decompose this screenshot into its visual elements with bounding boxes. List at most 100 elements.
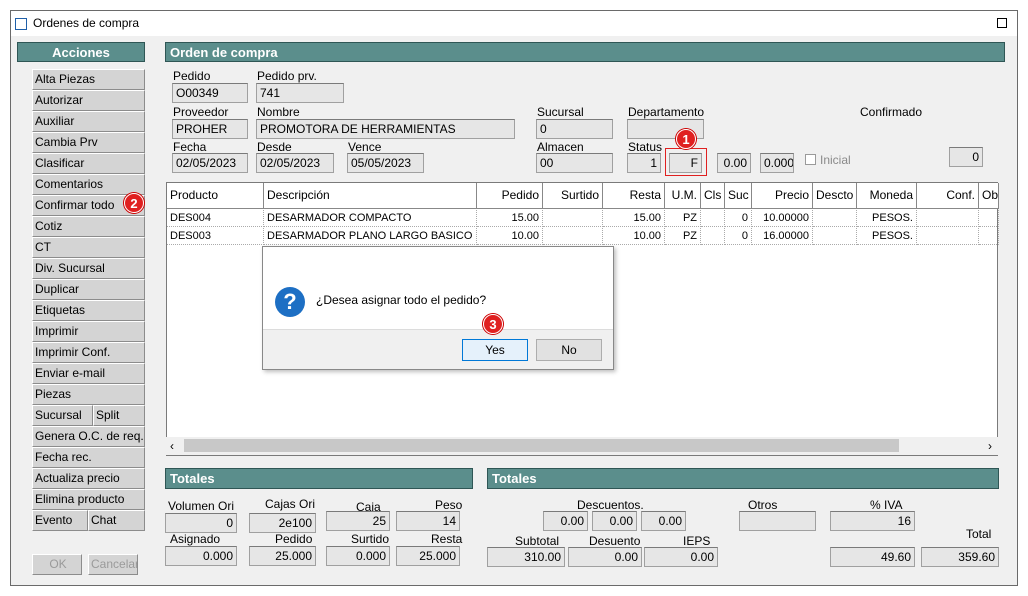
iva-amount-field[interactable]: 49.60 [830, 547, 915, 567]
column-header[interactable]: Obs. [979, 183, 999, 209]
table-cell[interactable]: PZ [665, 228, 701, 245]
column-header[interactable]: U.M. [665, 183, 701, 209]
asignado-field[interactable]: 0.000 [165, 546, 237, 566]
accion-imprimir-conf-button[interactable]: Imprimir Conf. [32, 342, 145, 363]
scroll-left-icon[interactable]: ‹ [170, 439, 174, 453]
column-header[interactable]: Cls [701, 183, 725, 209]
accion-div-sucursal-button[interactable]: Div. Sucursal [32, 258, 145, 279]
ieps-field[interactable]: 0.00 [644, 547, 718, 567]
table-cell[interactable]: 10.00 [477, 228, 543, 245]
value2-field[interactable]: 0.000 [760, 153, 794, 173]
column-header[interactable]: Pedido [477, 183, 543, 209]
column-header[interactable]: Descripción [264, 183, 477, 209]
table-cell[interactable]: DESARMADOR COMPACTO [264, 210, 477, 227]
column-header[interactable]: Producto [167, 183, 264, 209]
pedido-field[interactable]: O00349 [172, 83, 248, 103]
table-cell[interactable]: 0 [725, 210, 752, 227]
nombre-field[interactable]: PROMOTORA DE HERRAMIENTAS [256, 119, 515, 139]
table-cell[interactable]: 15.00 [477, 210, 543, 227]
accion-autorizar-button[interactable]: Autorizar [32, 90, 145, 111]
accion-duplicar-button[interactable]: Duplicar [32, 279, 145, 300]
subtotal-field[interactable]: 310.00 [487, 547, 565, 567]
accion-cambia-prv-button[interactable]: Cambia Prv [32, 132, 145, 153]
chat-button[interactable]: Chat [88, 510, 145, 531]
evento-button[interactable]: Evento [32, 510, 88, 531]
pedido-total-field[interactable]: 25.000 [249, 546, 316, 566]
table-cell[interactable] [979, 228, 999, 245]
table-cell[interactable] [543, 228, 603, 245]
table-cell[interactable]: PZ [665, 210, 701, 227]
column-header[interactable]: Precio [752, 183, 813, 209]
table-cell[interactable] [701, 228, 725, 245]
table-cell[interactable] [813, 210, 857, 227]
fecha-field[interactable]: 02/05/2023 [172, 153, 248, 173]
table-cell[interactable]: 15.00 [603, 210, 665, 227]
elimina-producto-button[interactable]: Elimina producto [32, 489, 145, 510]
volumen-ori-field[interactable]: 0 [165, 513, 237, 533]
vence-field[interactable]: 05/05/2023 [347, 153, 424, 173]
no-button[interactable]: No [536, 339, 602, 361]
column-header[interactable]: Moneda [857, 183, 917, 209]
table-cell[interactable]: DES003 [167, 228, 264, 245]
accion-auxiliar-button[interactable]: Auxiliar [32, 111, 145, 132]
scroll-thumb[interactable] [184, 439, 899, 452]
genera-oc-button[interactable]: Genera O.C. de req. [32, 426, 145, 447]
almacen-field[interactable]: 00 [536, 153, 613, 173]
resta-total-field[interactable]: 25.000 [396, 546, 460, 566]
total-field[interactable]: 359.60 [921, 547, 999, 567]
iva-field[interactable]: 16 [830, 511, 915, 531]
desuento-field[interactable]: 0.00 [568, 547, 642, 567]
table-cell[interactable] [543, 210, 603, 227]
accion-clasificar-button[interactable]: Clasificar [32, 153, 145, 174]
yes-button[interactable]: Yes [462, 339, 528, 361]
table-cell[interactable]: PESOS. [857, 210, 917, 227]
value1-field[interactable]: 0.00 [717, 153, 751, 173]
column-header[interactable]: Resta [603, 183, 665, 209]
sucursal-button[interactable]: Sucursal [32, 405, 93, 426]
accion-enviar-e-mail-button[interactable]: Enviar e-mail [32, 363, 145, 384]
accion-comentarios-button[interactable]: Comentarios [32, 174, 145, 195]
proveedor-field[interactable]: PROHER [172, 119, 248, 139]
cajas-ori-field[interactable]: 2e100 [249, 513, 316, 533]
column-header[interactable]: Descto [813, 183, 857, 209]
table-cell[interactable] [917, 228, 979, 245]
ok-button[interactable]: OK [32, 554, 82, 575]
accion-etiquetas-button[interactable]: Etiquetas [32, 300, 145, 321]
table-cell[interactable] [701, 210, 725, 227]
desde-field[interactable]: 02/05/2023 [256, 153, 334, 173]
table-cell[interactable]: 10.00000 [752, 210, 813, 227]
column-header[interactable]: Suc [725, 183, 752, 209]
table-cell[interactable] [917, 210, 979, 227]
table-cell[interactable] [813, 228, 857, 245]
descuento1-field[interactable]: 0.00 [543, 511, 588, 531]
caja-field[interactable]: 25 [326, 511, 390, 531]
cancelar-button[interactable]: Cancelar [88, 554, 138, 575]
column-header[interactable]: Conf. [917, 183, 979, 209]
actualiza-precio-button[interactable]: Actualiza precio [32, 468, 145, 489]
table-cell[interactable]: 10.00 [603, 228, 665, 245]
split-button[interactable]: Split [93, 405, 145, 426]
status-field[interactable]: F [669, 153, 702, 173]
peso-field[interactable]: 14 [396, 511, 460, 531]
fecha-rec-button[interactable]: Fecha rec. [32, 447, 145, 468]
descuento2-field[interactable]: 0.00 [592, 511, 637, 531]
accion-ct-button[interactable]: CT [32, 237, 145, 258]
surtido-total-field[interactable]: 0.000 [326, 546, 390, 566]
scroll-right-icon[interactable]: › [988, 439, 992, 453]
accion-alta-piezas-button[interactable]: Alta Piezas [32, 69, 145, 90]
status-number-field[interactable]: 1 [627, 153, 661, 173]
right-value-field[interactable]: 0 [949, 147, 983, 167]
accion-piezas-button[interactable]: Piezas [32, 384, 145, 405]
table-cell[interactable]: PESOS. [857, 228, 917, 245]
column-header[interactable]: Surtido [543, 183, 603, 209]
descuento3-field[interactable]: 0.00 [641, 511, 686, 531]
table-cell[interactable] [979, 210, 999, 227]
otros-field[interactable] [739, 511, 816, 531]
accion-cotiz-button[interactable]: Cotiz [32, 216, 145, 237]
sucursal-field[interactable]: 0 [536, 119, 613, 139]
inicial-checkbox[interactable] [805, 154, 816, 165]
table-cell[interactable]: DES004 [167, 210, 264, 227]
pedido-prv-field[interactable]: 741 [256, 83, 344, 103]
maximize-button[interactable] [997, 18, 1007, 28]
table-cell[interactable]: 0 [725, 228, 752, 245]
